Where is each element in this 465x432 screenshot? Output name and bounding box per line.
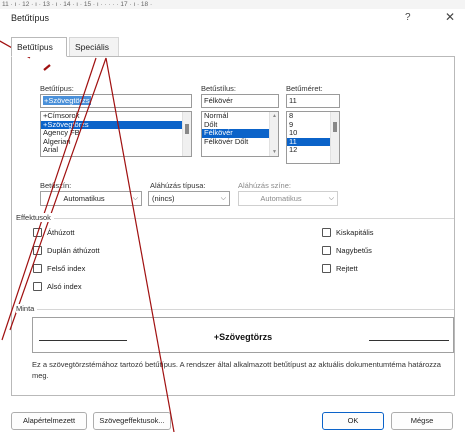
- title-bar: Betűtípus ? ✕: [0, 9, 465, 28]
- preview-text: +Szövegtörzs: [213, 332, 273, 342]
- all-caps-label: Nagybetűs: [336, 246, 372, 255]
- set-default-button[interactable]: Alapértelmezett: [11, 412, 87, 430]
- cancel-button[interactable]: Mégse: [391, 412, 453, 430]
- font-list-item-selected[interactable]: +Szövegtörzs: [41, 120, 191, 130]
- subscript-label: Alsó index: [47, 282, 82, 291]
- color-label: Betűszín:: [40, 181, 72, 190]
- font-list[interactable]: +Címsorok +Szövegtörzs Agency FB Algeria…: [40, 111, 192, 157]
- small-caps-label: Kiskapitális: [336, 228, 374, 237]
- font-label: Betűtípus:: [40, 84, 74, 93]
- chevron-down-icon: ⌵: [328, 195, 334, 202]
- effects-title: Effektusok: [16, 213, 54, 222]
- underline-color-dropdown: Automatikus ⌵: [238, 191, 338, 206]
- style-list-item-selected[interactable]: Félkövér: [202, 129, 278, 138]
- tab-font[interactable]: Betűtípus: [11, 37, 67, 57]
- text-effects-button[interactable]: Szövegeffektusok...: [93, 412, 171, 430]
- help-button[interactable]: ?: [405, 12, 411, 23]
- size-list-scrollbar[interactable]: [330, 112, 339, 163]
- style-list-item[interactable]: Dőlt: [202, 121, 278, 130]
- underline-label: Aláhúzás típusa:: [150, 181, 206, 190]
- font-list-item[interactable]: +Címsorok: [41, 112, 191, 121]
- style-list-item[interactable]: Normál: [202, 112, 278, 121]
- dialog-title: Betűtípus: [11, 13, 50, 23]
- scroll-down-icon[interactable]: ▼: [270, 149, 278, 155]
- hidden-label: Rejtett: [336, 264, 358, 273]
- double-strikethrough-label: Duplán áthúzott: [47, 246, 100, 255]
- strikethrough-label: Áthúzott: [47, 228, 75, 237]
- style-list-item[interactable]: Félkövér Dőlt: [202, 138, 278, 147]
- font-list-scrollbar[interactable]: [182, 112, 191, 156]
- effects-group: Effektusok: [16, 213, 454, 222]
- font-input-value: +Szövegtörzs: [43, 96, 91, 105]
- preview-box: +Szövegtörzs: [32, 317, 454, 353]
- ok-button[interactable]: OK: [322, 412, 384, 430]
- chevron-down-icon: ⌵: [132, 195, 138, 202]
- tab-advanced[interactable]: Speciális: [69, 37, 119, 57]
- font-list-item[interactable]: Algerian: [41, 138, 191, 147]
- scroll-up-icon[interactable]: ▲: [270, 113, 278, 119]
- preview-description: Ez a szövegtörzstémához tartozó betűtípu…: [32, 360, 441, 380]
- underline-color-dropdown-value: Automatikus: [260, 194, 302, 203]
- font-list-item[interactable]: Arial: [41, 146, 191, 155]
- close-button[interactable]: ✕: [445, 10, 455, 24]
- color-dropdown-value: Automatikus: [63, 194, 105, 203]
- font-input[interactable]: +Szövegtörzs: [40, 94, 192, 108]
- style-list[interactable]: Normál Dőlt Félkövér Félkövér Dőlt ▲ ▼: [201, 111, 279, 157]
- style-list-scrollbar[interactable]: ▲ ▼: [269, 112, 278, 156]
- preview-title: Minta: [16, 304, 38, 313]
- underline-color-label: Aláhúzás színe:: [238, 181, 291, 190]
- superscript-label: Felső index: [47, 264, 86, 273]
- underline-dropdown[interactable]: (nincs) ⌵: [148, 191, 230, 206]
- ruler: 11 · ı · 12 · ı · 13 · ı · 14 · ı · 15 ·…: [0, 0, 465, 9]
- preview-group: Minta: [16, 304, 454, 313]
- font-list-item[interactable]: Agency FB: [41, 129, 191, 138]
- color-dropdown[interactable]: Automatikus ⌵: [40, 191, 142, 206]
- size-list[interactable]: 8 9 10 11 12: [286, 111, 340, 164]
- style-input[interactable]: Félkövér: [201, 94, 279, 108]
- size-input[interactable]: 11: [286, 94, 340, 108]
- chevron-down-icon: ⌵: [220, 195, 226, 202]
- underline-dropdown-value: (nincs): [152, 194, 175, 203]
- style-label: Betűstílus:: [201, 84, 237, 93]
- size-label: Betűméret:: [286, 84, 323, 93]
